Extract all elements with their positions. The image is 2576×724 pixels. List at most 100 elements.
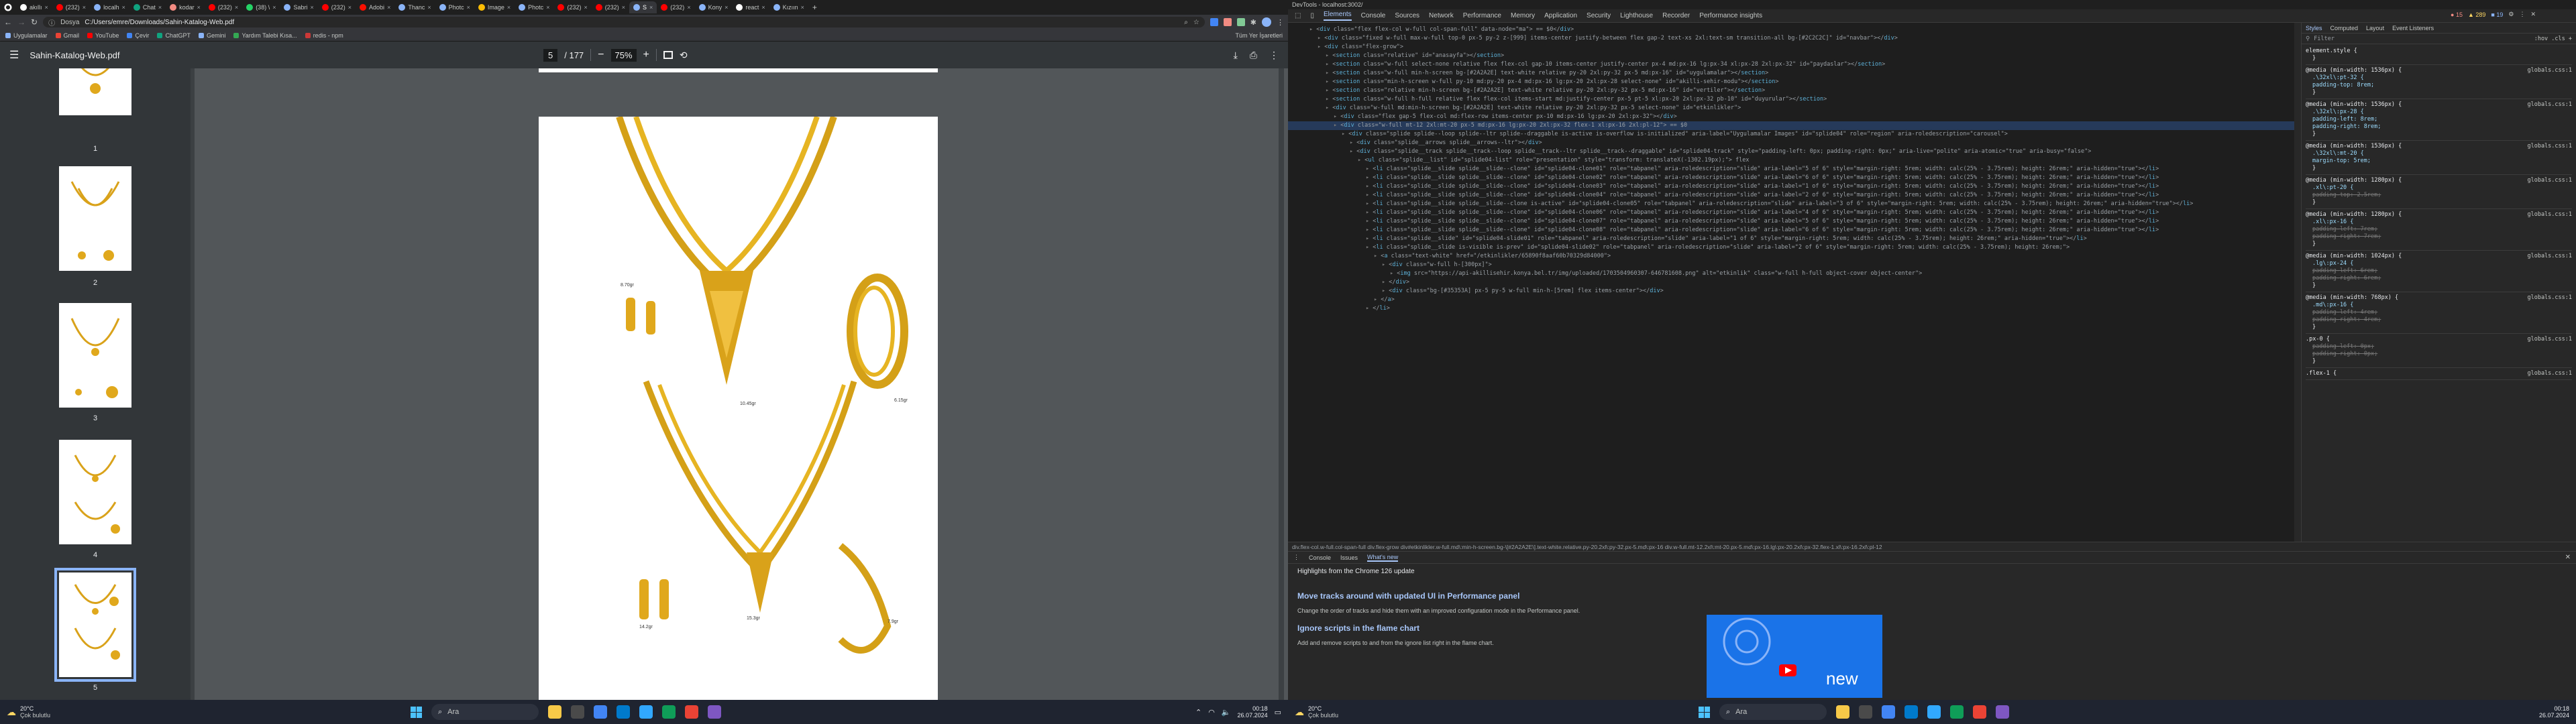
tab-close-icon[interactable]: × [235, 4, 238, 11]
drawer-tab[interactable]: Console [1309, 554, 1331, 561]
dom-node-line[interactable]: ▸ </div> [1288, 278, 2294, 287]
clock-date[interactable]: 26.07.2024 [1238, 712, 1268, 719]
elements-dom-tree[interactable]: ▸ <div class="flex flex-col w-full col-s… [1288, 23, 2294, 542]
browser-tab[interactable]: (232) × [52, 1, 90, 13]
css-property[interactable]: .lg\:px-24 { [2306, 260, 2572, 267]
hamburger-menu-icon[interactable]: ☰ [9, 48, 19, 62]
tab-close-icon[interactable]: × [45, 4, 48, 11]
devtools-tab[interactable]: Memory [1511, 12, 1535, 19]
tab-close-icon[interactable]: × [310, 4, 313, 11]
css-property[interactable]: } [2306, 89, 2572, 97]
dom-node-line[interactable]: ▸ <img src="https://api-akillisehir.kony… [1288, 269, 2294, 278]
browser-tab[interactable]: Chat × [129, 1, 166, 13]
css-property[interactable]: .xl\:pt-20 { [2306, 184, 2572, 192]
thumbnail-page-2[interactable] [59, 166, 131, 271]
css-property[interactable]: .\32xl\:mt-20 { [2306, 150, 2572, 158]
zoom-input[interactable]: 75% [610, 48, 637, 62]
css-property[interactable]: padding-left: 4rem; [2306, 309, 2572, 316]
drawer-tab[interactable]: Issues [1340, 554, 1358, 561]
css-source-link[interactable]: globals.css:1 [2527, 253, 2572, 260]
browser-tab[interactable]: kodar × [166, 1, 205, 13]
dom-node-line[interactable]: ▸ <section class="w-full h-full relative… [1288, 95, 2294, 104]
css-property[interactable]: .\32xl\:px-28 { [2306, 109, 2572, 116]
download-icon[interactable]: ⤓ [1234, 50, 1238, 61]
devtools-tab[interactable]: Recorder [1662, 12, 1690, 19]
css-property[interactable]: padding-left: 7rem; [2306, 226, 2572, 233]
css-property[interactable]: } [2306, 358, 2572, 365]
dom-node-line[interactable]: ▸ </li> [1288, 304, 2294, 313]
all-bookmarks-link[interactable]: Tüm Yer İşaretleri [1235, 32, 1283, 39]
drawer-tab[interactable]: What's new [1367, 554, 1399, 562]
dom-node-line[interactable]: ▸ <div class="w-full h-[300px]"> [1288, 261, 2294, 269]
dom-node-line[interactable]: ▸ <div class="flex-grow"> [1288, 43, 2294, 52]
browser-tab[interactable]: (232) × [205, 1, 242, 13]
sidebar-scrollbar[interactable] [191, 68, 195, 700]
tab-close-icon[interactable]: × [622, 4, 625, 11]
css-property[interactable]: } [2306, 199, 2572, 206]
css-source-link[interactable]: globals.css:1 [2527, 294, 2572, 302]
css-source-link[interactable]: globals.css:1 [2527, 336, 2572, 343]
dom-node-line[interactable]: ▸ <li class="splide__slide splide__slide… [1288, 165, 2294, 174]
tab-close-icon[interactable]: × [687, 4, 690, 11]
devtools-tab[interactable]: Console [1361, 12, 1386, 19]
whats-new-item-title[interactable]: Ignore scripts in the flame chart [1297, 623, 2567, 633]
browser-tab[interactable]: (232) × [657, 1, 694, 13]
bookmark-item[interactable]: Gemini [198, 32, 225, 39]
css-property[interactable]: margin-top: 5rem; [2306, 158, 2572, 165]
thumbnail-page-3[interactable] [59, 303, 131, 408]
dom-node-line[interactable]: ▸ <li class="splide__slide splide__slide… [1288, 226, 2294, 235]
dom-node-line[interactable]: ▸ <a class="text-white" href="/etkinlikl… [1288, 252, 2294, 261]
dom-node-line[interactable]: ▸ <li class="splide__slide splide__slide… [1288, 191, 2294, 200]
browser-tab[interactable]: react × [732, 1, 769, 13]
css-property[interactable]: padding-left: 0px; [2306, 343, 2572, 351]
css-rule[interactable]: @media (min-width: 1280px) {.xl\:pt-20 {… [2306, 175, 2572, 209]
vscode-icon[interactable] [616, 705, 630, 719]
browser-tab[interactable]: Photc × [435, 1, 474, 13]
css-rule[interactable]: element.style {} [2306, 46, 2572, 65]
browser-tab[interactable]: (38) \ × [242, 1, 280, 13]
dom-node-line[interactable]: ▸ <li class="splide__slide splide__slide… [1288, 174, 2294, 182]
css-property[interactable]: padding-right: 0px; [2306, 351, 2572, 358]
page-number-input[interactable]: 5 [543, 48, 558, 62]
inspect-icon[interactable]: ⬚ [1295, 12, 1301, 19]
styles-filter-input[interactable]: Filter [2314, 36, 2530, 42]
tab-close-icon[interactable]: × [649, 4, 653, 11]
drawer-menu-icon[interactable]: ⋮ [1293, 554, 1299, 561]
tab-close-icon[interactable]: × [427, 4, 431, 11]
tab-close-icon[interactable]: × [122, 4, 125, 11]
dom-node-line[interactable]: ▸ <div class="flex flex-col w-full col-s… [1288, 25, 2294, 34]
browser-tab[interactable]: Kony × [695, 1, 733, 13]
css-rule[interactable]: @media (min-width: 1024px) {.lg\:px-24 {… [2306, 251, 2572, 292]
taskbar-search[interactable]: ⌕ Ara [431, 704, 539, 720]
thumbnail-page-5-selected[interactable] [54, 568, 136, 682]
browser-tab[interactable]: (232) × [592, 1, 629, 13]
file-explorer-icon[interactable] [1836, 705, 1849, 719]
bookmark-item[interactable]: Yardım Talebi Kısa... [233, 32, 297, 39]
chrome-2-icon[interactable] [685, 705, 698, 719]
drawer-close-icon[interactable]: ✕ [2565, 554, 2571, 561]
css-property[interactable]: padding-right: 8rem; [2306, 123, 2572, 131]
tab-close-icon[interactable]: × [272, 4, 276, 11]
devtools-tab[interactable]: Application [1544, 12, 1577, 19]
tab-close-icon[interactable]: × [584, 4, 587, 11]
rotate-icon[interactable]: ⟲ [680, 50, 688, 61]
pdf-more-icon[interactable]: ⋮ [1269, 50, 1279, 61]
dom-node-line[interactable]: ▸ <div class="w-full md:min-h-screen bg-… [1288, 104, 2294, 113]
css-property[interactable]: padding-right: 7rem; [2306, 233, 2572, 241]
extensions-puzzle-icon[interactable]: ✱ [1250, 18, 1256, 27]
browser-tab[interactable]: S × [629, 1, 657, 13]
profile-avatar[interactable] [1262, 17, 1271, 27]
dom-node-line[interactable]: ▸ <section class="min-h-screen w-full py… [1288, 78, 2294, 86]
styles-tab[interactable]: Computed [2330, 25, 2359, 32]
print-icon[interactable]: ⎙ [1250, 50, 1257, 61]
dom-node-line[interactable]: ▸ <section class="w-full select-none rel… [1288, 60, 2294, 69]
browser-tab[interactable]: localh × [90, 1, 129, 13]
chrome-icon[interactable] [594, 705, 607, 719]
reload-icon[interactable]: ↻ [31, 17, 38, 27]
browser-tab[interactable]: Adobi × [356, 1, 394, 13]
css-source-link[interactable]: globals.css:1 [2527, 101, 2572, 109]
css-rule[interactable]: .px-0 {padding-left: 0px; padding-right: … [2306, 334, 2572, 368]
devtools-tab[interactable]: Sources [1395, 12, 1419, 19]
devtools-status-badges[interactable]: ● 15 ▲ 289 ■ 19 ⚙ ⋮ ✕ [2451, 11, 2536, 18]
css-property[interactable]: .\32xl\:pt-32 { [2306, 74, 2572, 82]
